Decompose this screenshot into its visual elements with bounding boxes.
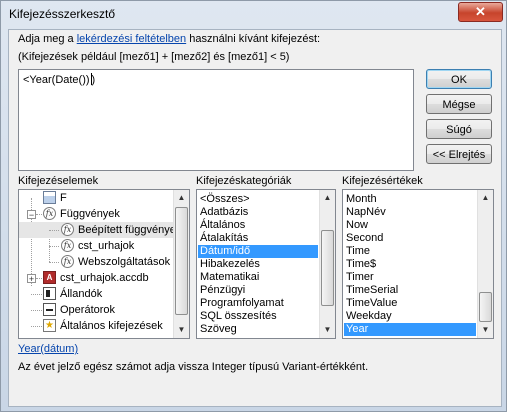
expression-builder-window: Kifejezésszerkesztő ✕ Adja meg a lekérde… — [0, 0, 507, 412]
close-button[interactable]: ✕ — [458, 2, 503, 22]
expression-text: <Year(Date()) — [23, 74, 90, 86]
form-icon — [43, 191, 56, 204]
tree-item-label: Állandók — [60, 288, 103, 300]
tree-item-operators[interactable]: Operátorok — [19, 302, 175, 318]
value-item[interactable]: TimeSerial — [346, 284, 398, 297]
tree-line — [31, 326, 42, 327]
tree-line — [31, 294, 42, 295]
category-item[interactable]: Programfolyamat — [200, 297, 284, 310]
expression-values-list[interactable]: Month NapNév Now Second Time Time$ Timer… — [342, 189, 494, 339]
constants-icon — [43, 287, 56, 300]
close-icon: ✕ — [475, 4, 486, 19]
expression-input[interactable]: <Year(Date())) — [18, 69, 414, 171]
help-button[interactable]: Súgó — [426, 119, 492, 139]
scroll-thumb[interactable] — [175, 207, 188, 315]
dialog-body: Adja meg a lekérdezési feltételben haszn… — [8, 29, 502, 407]
value-item[interactable]: Weekday — [346, 310, 392, 323]
category-item-selected[interactable]: Dátum/idő — [198, 245, 318, 258]
tree-line — [49, 262, 59, 263]
expression-categories-list[interactable]: <Összes> Adatbázis Általános Átalakítás … — [196, 189, 336, 339]
function-icon: fx — [61, 223, 74, 236]
prompt-text: Adja meg a — [18, 33, 77, 45]
hide-button[interactable]: << Elrejtés — [426, 144, 492, 164]
tree-item-forms[interactable]: F — [19, 190, 175, 206]
tree-item-functions[interactable]: − fx Függvények — [19, 206, 175, 222]
category-item[interactable]: Szöveg — [200, 323, 237, 336]
operators-icon — [43, 303, 56, 316]
value-item[interactable]: Time$ — [346, 258, 376, 271]
scroll-up-icon[interactable]: ▲ — [478, 190, 493, 206]
window-title: Kifejezésszerkesztő — [9, 7, 116, 21]
query-criteria-link[interactable]: lekérdezési feltételben — [77, 33, 186, 45]
tree-item-label: cst_urhajok.accdb — [60, 272, 149, 284]
prompt-example: (Kifejezések például [mező1] + [mező2] é… — [18, 51, 290, 63]
category-item[interactable]: <Összes> — [200, 193, 250, 206]
value-item[interactable]: NapNév — [346, 206, 386, 219]
category-item[interactable]: SQL összesítés — [200, 310, 277, 323]
category-item[interactable]: Pénzügyi — [200, 284, 245, 297]
tree-item-label: Általános kifejezések — [60, 320, 163, 332]
title-bar[interactable]: Kifejezésszerkesztő ✕ — [1, 1, 506, 29]
value-item[interactable]: Month — [346, 193, 377, 206]
category-item[interactable]: Matematikai — [200, 271, 259, 284]
function-description: Az évet jelző egész számot adja vissza I… — [18, 361, 369, 373]
function-syntax-link[interactable]: Year(dátum) — [18, 343, 78, 355]
expression-categories-label: Kifejezéskategóriák — [196, 175, 292, 187]
cancel-button[interactable]: Mégse — [426, 94, 492, 114]
values-scrollbar[interactable]: ▲ ▼ — [477, 190, 493, 338]
tree-line — [31, 310, 42, 311]
scroll-thumb[interactable] — [321, 230, 334, 306]
tree-item-label: Operátorok — [60, 304, 116, 316]
tree-item-constants[interactable]: Állandók — [19, 286, 175, 302]
prompt-line-1: Adja meg a lekérdezési feltételben haszn… — [18, 33, 320, 45]
function-icon: fx — [61, 239, 74, 252]
scroll-down-icon[interactable]: ▼ — [478, 322, 493, 338]
database-icon: A — [43, 271, 56, 284]
function-icon: fx — [43, 207, 56, 220]
tree-item-label: F — [60, 192, 67, 204]
scroll-down-icon[interactable]: ▼ — [174, 322, 189, 338]
category-item[interactable]: Adatbázis — [200, 206, 248, 219]
scroll-up-icon[interactable]: ▲ — [174, 190, 189, 206]
value-item[interactable]: Now — [346, 219, 368, 232]
expand-icon[interactable]: + — [27, 274, 36, 284]
scroll-up-icon[interactable]: ▲ — [320, 190, 335, 206]
expression-closing-paren: ) — [91, 74, 96, 86]
expression-elements-tree[interactable]: F − fx Függvények fx Beépített függvénye… — [18, 189, 190, 339]
category-item[interactable]: Átalakítás — [200, 232, 248, 245]
expression-values-label: Kifejezésértékek — [342, 175, 423, 187]
function-icon: fx — [61, 255, 74, 268]
tree-item-web-services[interactable]: fx Webszolgáltatások — [19, 254, 175, 270]
scroll-thumb[interactable] — [479, 292, 492, 322]
tree-line — [49, 246, 59, 247]
value-item[interactable]: Time — [346, 245, 370, 258]
prompt-text-end: használni kívánt kifejezést: — [186, 33, 321, 45]
ok-button[interactable]: OK — [426, 69, 492, 89]
categories-scrollbar[interactable]: ▲ ▼ — [319, 190, 335, 338]
scroll-down-icon[interactable]: ▼ — [320, 322, 335, 338]
tree-item-label: cst_urhajok — [78, 240, 135, 252]
category-item[interactable]: Hibakezelés — [200, 258, 260, 271]
tree-item-common-expressions[interactable]: ★ Általános kifejezések — [19, 318, 175, 334]
tree-item-label: Webszolgáltatások — [78, 256, 171, 268]
collapse-icon[interactable]: − — [27, 210, 36, 220]
tree-item-label: Beépített függvények — [78, 224, 182, 236]
value-item-selected[interactable]: Year — [344, 323, 476, 336]
tree-item-cst-urhajok-functions[interactable]: fx cst_urhajok — [19, 238, 175, 254]
common-expressions-icon: ★ — [43, 319, 56, 332]
value-item[interactable]: Second — [346, 232, 383, 245]
tree-scrollbar[interactable]: ▲ ▼ — [173, 190, 189, 338]
value-item[interactable]: Timer — [346, 271, 374, 284]
category-item[interactable]: Általános — [200, 219, 245, 232]
tree-line — [49, 230, 59, 231]
tree-line — [36, 214, 42, 215]
tree-item-builtin-functions[interactable]: fx Beépített függvények — [19, 222, 181, 238]
tree-line — [36, 278, 42, 279]
tree-item-label: Függvények — [60, 208, 120, 220]
tree-item-database[interactable]: + A cst_urhajok.accdb — [19, 270, 175, 286]
value-item[interactable]: TimeValue — [346, 297, 397, 310]
expression-elements-label: Kifejezéselemek — [18, 175, 99, 187]
